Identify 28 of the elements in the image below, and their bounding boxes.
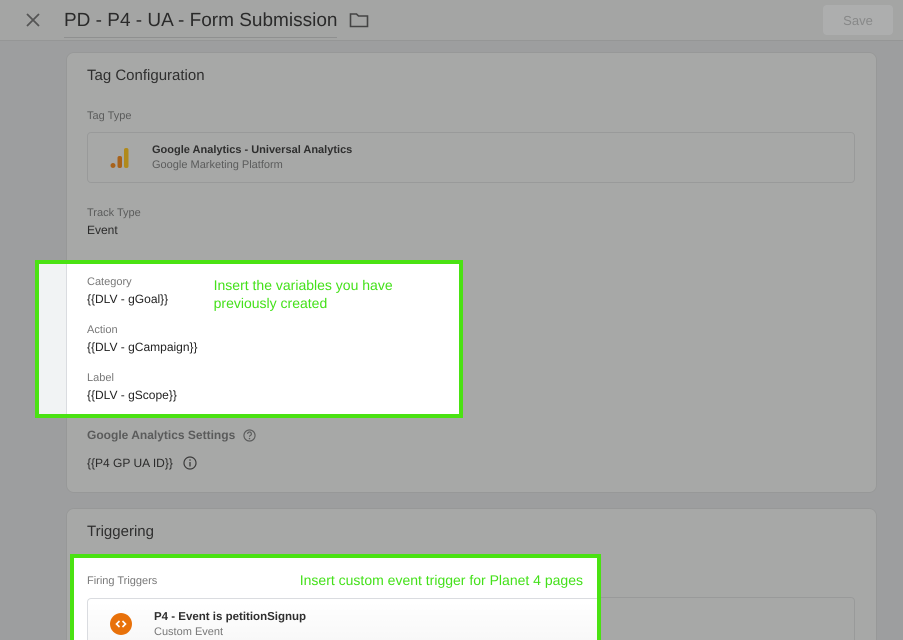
field-label: Google Analytics Settings [87,428,236,442]
annotation-note: Insert custom event trigger for Planet 4 pages [300,571,583,589]
field-label: Firing Triggers [87,575,158,587]
code-icon [110,613,132,635]
info-icon[interactable] [182,456,197,470]
trigger-name: P4 - Event is petitionSignup [154,610,306,622]
field-label: Tag Type [87,110,132,122]
field-label: Action [87,324,119,336]
trigger-type: Custom Event [154,626,224,638]
tag-type-selector[interactable]: Google Analytics - Universal Analytics Google Marketing Platform [87,132,855,183]
field-value: {{DLV - gScope}} [87,388,178,402]
field-value: {{DLV - gCampaign}} [87,340,199,354]
field-value: {{P4 GP UA ID}} [87,456,173,470]
tag-type-name: Google Analytics - Universal Analytics [152,144,352,156]
field-label: Label [87,372,115,384]
field-value: {{DLV - gGoal}} [87,292,170,306]
field-value: Event [87,223,119,237]
bar-chart-icon [110,146,130,168]
field-label: Track Type [87,207,142,219]
tag-type-vendor: Google Marketing Platform [152,159,284,171]
card-title: Triggering [87,523,155,540]
field-label: Category [87,276,133,288]
folder-icon[interactable] [349,12,370,28]
tag-name-field[interactable]: PD - P4 - UA - Form Submission [64,8,338,38]
help-icon[interactable] [243,428,256,442]
card-title: Tag Configuration [87,67,206,84]
annotation-note: Insert the variables you have previously created [214,276,394,313]
trigger-row[interactable]: P4 - Event is petitionSignup Custom Event [87,598,597,640]
